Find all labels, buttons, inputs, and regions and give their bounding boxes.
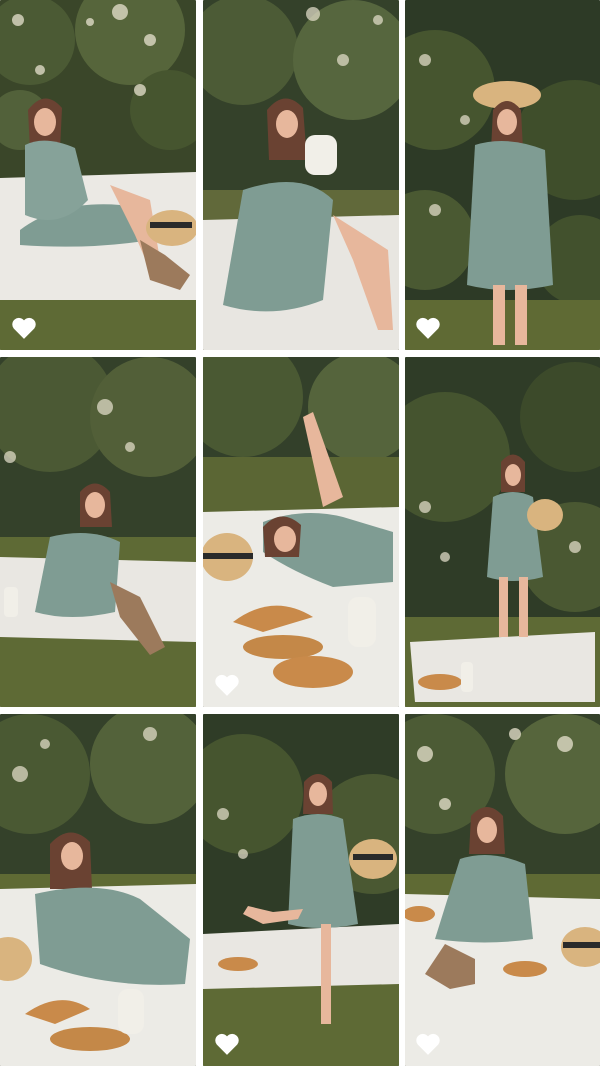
photo-9-image bbox=[405, 714, 600, 1066]
photo-1-image bbox=[0, 0, 196, 350]
photo-tile-4[interactable] bbox=[0, 357, 196, 707]
photo-6-image bbox=[405, 357, 600, 707]
heart-icon[interactable] bbox=[415, 316, 441, 340]
photo-tile-3[interactable] bbox=[405, 0, 600, 350]
photo-tile-8[interactable] bbox=[203, 714, 399, 1066]
photo-tile-7[interactable] bbox=[0, 714, 196, 1066]
photo-tile-1[interactable] bbox=[0, 0, 196, 350]
heart-icon[interactable] bbox=[214, 1032, 240, 1056]
photo-tile-6[interactable] bbox=[405, 357, 600, 707]
photo-tile-2[interactable] bbox=[203, 0, 399, 350]
photo-4-image bbox=[0, 357, 196, 707]
photo-tile-9[interactable] bbox=[405, 714, 600, 1066]
heart-icon[interactable] bbox=[415, 1032, 441, 1056]
photo-5-image bbox=[203, 357, 399, 707]
photo-tile-5[interactable] bbox=[203, 357, 399, 707]
heart-icon[interactable] bbox=[11, 316, 37, 340]
heart-icon[interactable] bbox=[214, 673, 240, 697]
photo-8-image bbox=[203, 714, 399, 1066]
photo-3-image bbox=[405, 0, 600, 350]
photo-grid bbox=[0, 0, 600, 1066]
photo-7-image bbox=[0, 714, 196, 1066]
photo-2-image bbox=[203, 0, 399, 350]
